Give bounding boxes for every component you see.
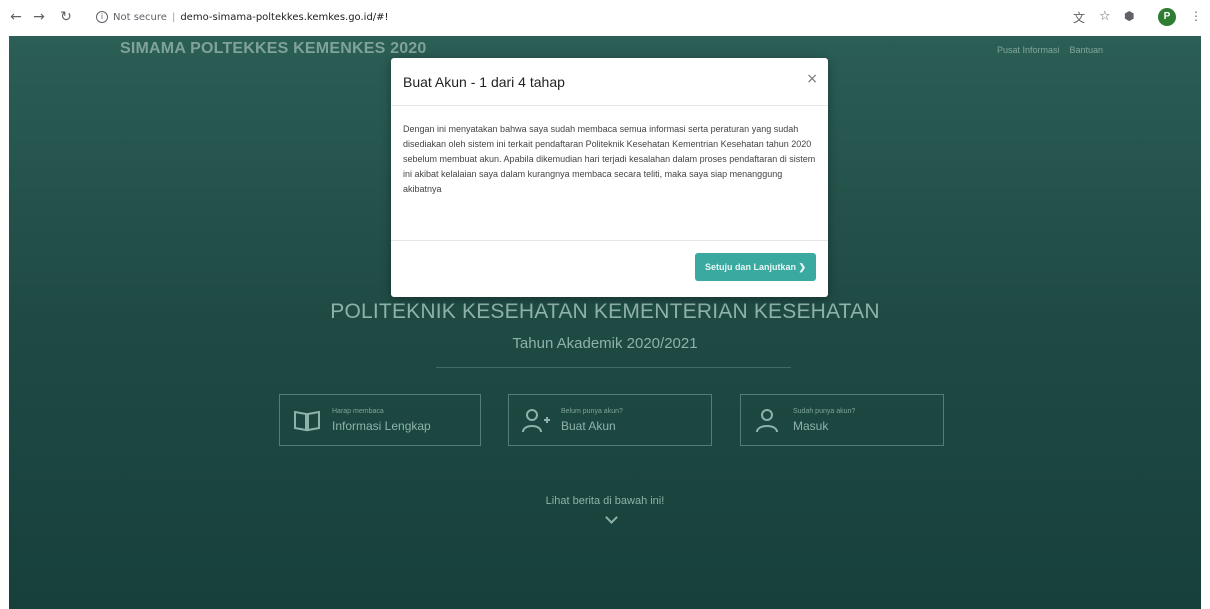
hero-title: POLITEKNIK KESEHATAN KEMENTERIAN KESEHAT…	[330, 300, 880, 323]
news-link[interactable]: Lihat berita di bawah ini!	[9, 495, 1201, 507]
book-icon	[292, 405, 322, 435]
modal-header: Buat Akun - 1 dari 4 tahap ×	[391, 58, 828, 106]
site-title[interactable]: SIMAMA POLTEKKES KEMENKES 2020	[120, 40, 427, 58]
hero-divider	[436, 367, 791, 368]
close-icon[interactable]: ×	[806, 71, 818, 87]
chevron-down-icon[interactable]	[605, 511, 618, 524]
card-label: Informasi Lengkap	[332, 418, 431, 433]
forward-icon[interactable]: →	[31, 9, 47, 25]
url-text[interactable]: demo-simama-poltekkes.kemkes.go.id/#!	[180, 12, 388, 23]
top-nav: Pusat Informasi Bantuan	[997, 45, 1103, 55]
menu-kebab-icon[interactable]: ⋮	[1190, 9, 1202, 23]
card-caption: Harap membaca	[332, 407, 384, 415]
nav-link-bantuan[interactable]: Bantuan	[1069, 45, 1103, 55]
agree-continue-button[interactable]: Setuju dan Lanjutkan ❯	[694, 253, 816, 281]
address-separator: |	[171, 11, 176, 23]
user-icon	[753, 405, 783, 435]
info-lengkap-card[interactable]: Harap membaca Informasi Lengkap	[279, 394, 481, 446]
back-icon[interactable]: ←	[8, 9, 24, 25]
star-icon[interactable]: ☆	[1099, 9, 1111, 24]
profile-avatar[interactable]: P	[1158, 8, 1176, 26]
extension-icon[interactable]: ⬢	[1124, 9, 1134, 23]
browser-toolbar: ← → ↻ i Not secure | demo-simama-poltekk…	[0, 0, 1210, 36]
security-label: Not secure	[113, 11, 167, 23]
reload-icon[interactable]: ↻	[58, 9, 74, 25]
card-caption: Belum punya akun?	[561, 407, 623, 415]
nav-link-pusat-informasi[interactable]: Pusat Informasi	[997, 45, 1060, 55]
modal-body-text: Dengan ini menyatakan bahwa saya sudah m…	[391, 106, 828, 241]
translate-icon[interactable]: 文	[1073, 9, 1085, 26]
hero-subtitle: Tahun Akademik 2020/2021	[512, 335, 698, 352]
card-label: Buat Akun	[561, 418, 616, 433]
create-account-modal: Buat Akun - 1 dari 4 tahap × Dengan ini …	[391, 58, 828, 297]
user-plus-icon	[521, 405, 551, 435]
masuk-card[interactable]: Sudah punya akun? Masuk	[740, 394, 944, 446]
modal-title: Buat Akun - 1 dari 4 tahap	[403, 74, 565, 90]
card-caption: Sudah punya akun?	[793, 407, 856, 415]
buat-akun-card[interactable]: Belum punya akun? Buat Akun	[508, 394, 712, 446]
address-bar[interactable]: i Not secure | demo-simama-poltekkes.kem…	[96, 6, 956, 28]
info-icon[interactable]: i	[96, 11, 108, 23]
modal-footer: Setuju dan Lanjutkan ❯	[391, 241, 828, 295]
card-label: Masuk	[793, 418, 829, 433]
